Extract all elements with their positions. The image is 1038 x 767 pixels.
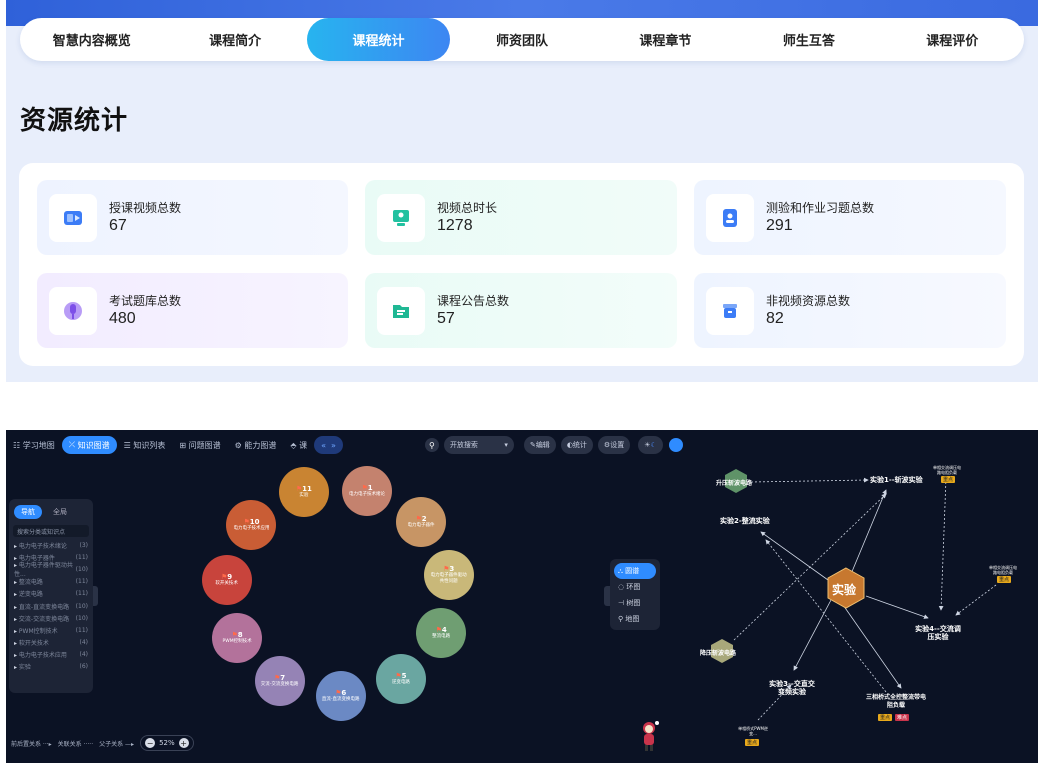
stat-value: 82: [766, 309, 784, 327]
stat-value: 67: [109, 216, 127, 234]
node-sj3[interactable]: 实验3--交直交变频实验: [766, 680, 818, 696]
tab-intro[interactable]: 课程简介: [163, 18, 306, 61]
stat-value: 57: [437, 309, 455, 327]
node-small-2[interactable]: 单相交流调压电路电阻负载: [988, 565, 1018, 575]
course-statistics-panel: 智慧内容概览 课程简介 课程统计 师资团队 课程章节 师生互答 课程评价 资源统…: [6, 0, 1038, 382]
tab-teachers[interactable]: 师资团队: [450, 18, 593, 61]
stat-value: 480: [109, 309, 136, 327]
folder-icon: [377, 286, 425, 335]
node-sj2[interactable]: 实验2-整流实验: [720, 516, 770, 526]
node-upslope[interactable]: 升压斩波电路: [716, 478, 752, 487]
stat-label: 课程公告总数: [437, 293, 510, 308]
edge: [750, 477, 869, 483]
node-sj1[interactable]: 实验1--斩波实验: [870, 475, 923, 485]
tab-statistics[interactable]: 课程统计: [306, 18, 451, 61]
tag-hard: 难点: [895, 714, 910, 721]
edge: [765, 539, 887, 693]
node-three-phase[interactable]: 三相桥式全控整流带电阻负载: [866, 694, 926, 710]
center-node-label[interactable]: 实验: [832, 581, 856, 598]
box-icon: [706, 286, 754, 335]
video-icon: [49, 193, 97, 242]
knowledge-graph-panel: ☷ 学习地图 ⤫ 知识图谱 ☰ 知识列表 ⊞ 问题图谱 ⚙ 能力图谱 ⬘ 课 «…: [6, 430, 1038, 763]
edge: [865, 595, 929, 619]
stat-value: 1278: [437, 216, 473, 234]
node-small-1[interactable]: 单相交流调压电路电阻负载: [932, 465, 962, 475]
stat-card: 非视频资源总数 82: [694, 273, 1006, 348]
page-title: 资源统计: [20, 106, 129, 136]
stat-card: 授课视频总数 67: [37, 180, 348, 255]
stat-card: 课程公告总数 57: [365, 273, 677, 348]
stats-grid: 授课视频总数 67 视频总时长 1278 测验和作业习题总数 291 考试题库总数 48…: [19, 163, 1024, 366]
tag-key: 重点: [745, 739, 760, 746]
edge: [840, 601, 902, 689]
stat-label: 测验和作业习题总数: [766, 200, 875, 215]
stat-card: 视频总时长 1278: [365, 180, 677, 255]
stat-card: 测验和作业习题总数 291: [694, 180, 1006, 255]
edge: [955, 584, 997, 616]
edge: [793, 599, 832, 671]
node-downslope[interactable]: 降压斩波电路: [700, 648, 736, 657]
node-sj4[interactable]: 实验4--交流调压实验: [914, 625, 962, 641]
edge: [938, 477, 947, 611]
edge: [760, 531, 829, 581]
stat-card: 考试题库总数 480: [37, 273, 348, 348]
node-small-3[interactable]: 单相桥式PWM逆变...: [736, 726, 770, 736]
tab-qa[interactable]: 师生互答: [737, 18, 880, 61]
monitor-icon: [377, 193, 425, 242]
course-nav-tabs: 智慧内容概览 课程简介 课程统计 师资团队 课程章节 师生互答 课程评价: [20, 18, 1024, 61]
tag-key: 重点: [997, 576, 1012, 583]
stat-label: 视频总时长: [437, 200, 498, 215]
tag-key: 重点: [878, 714, 893, 721]
quiz-icon: [706, 193, 754, 242]
tab-overview[interactable]: 智慧内容概览: [20, 18, 163, 61]
tag-key: 重点: [941, 476, 956, 483]
microphone-icon: [49, 286, 97, 335]
stat-value: 291: [766, 216, 793, 234]
stat-label: 非视频资源总数: [766, 293, 851, 308]
stat-label: 考试题库总数: [109, 293, 182, 308]
tab-chapters[interactable]: 课程章节: [594, 18, 737, 61]
stat-label: 授课视频总数: [109, 200, 182, 215]
tab-reviews[interactable]: 课程评价: [881, 18, 1024, 61]
